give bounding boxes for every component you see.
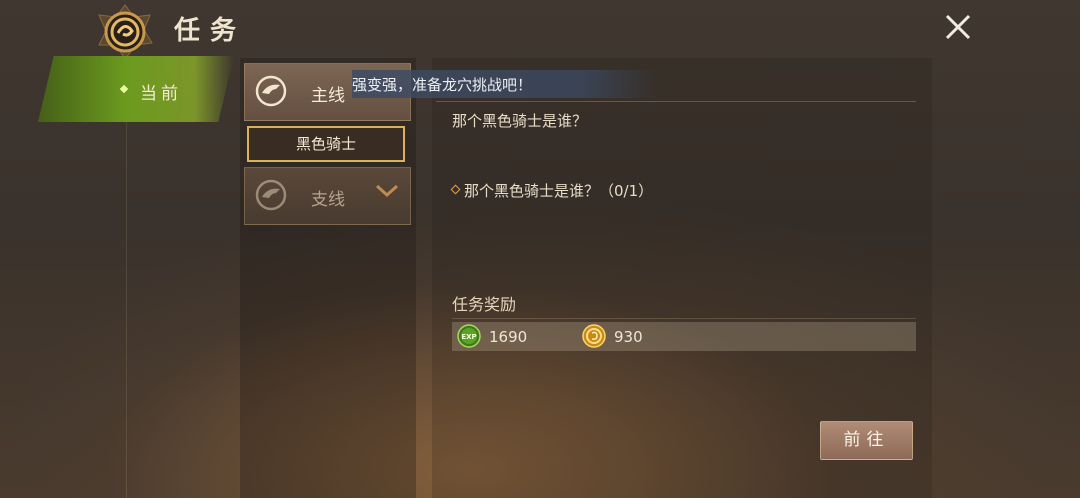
category-main-label: 主线 [311, 86, 345, 106]
rewards-title: 任务奖励 [452, 295, 517, 314]
rail-divider [126, 120, 127, 498]
exp-orb-icon: EXP [457, 324, 481, 348]
exp-icon-text: EXP [461, 333, 476, 341]
divider [452, 318, 916, 319]
chevron-down-icon[interactable] [374, 183, 400, 199]
horse-crest-icon [255, 179, 287, 211]
banner-text: 强变强，准备龙穴挑战吧！ [352, 76, 533, 94]
horse-crest-icon [255, 75, 287, 107]
dragon-emblem-icon [94, 3, 156, 61]
reward-exp-value: 1690 [489, 328, 528, 346]
quest-item-black-knight[interactable]: 黑色骑士 [247, 126, 405, 162]
tab-current-label[interactable]: 当前 [140, 79, 182, 104]
close-icon[interactable] [941, 10, 975, 44]
go-button[interactable]: 前往 [820, 421, 913, 460]
reward-gold-value: 930 [614, 328, 643, 346]
quest-list-panel [240, 58, 416, 498]
tab-current[interactable] [38, 56, 234, 122]
quest-description: 那个黑色骑士是谁？ [452, 112, 588, 130]
page-title: 任务 [174, 16, 247, 46]
gold-coin-icon [582, 324, 606, 348]
divider [436, 101, 916, 102]
category-side-label: 支线 [311, 190, 345, 210]
quest-objective: 那个黑色骑士是谁？（0/1） [464, 182, 654, 200]
